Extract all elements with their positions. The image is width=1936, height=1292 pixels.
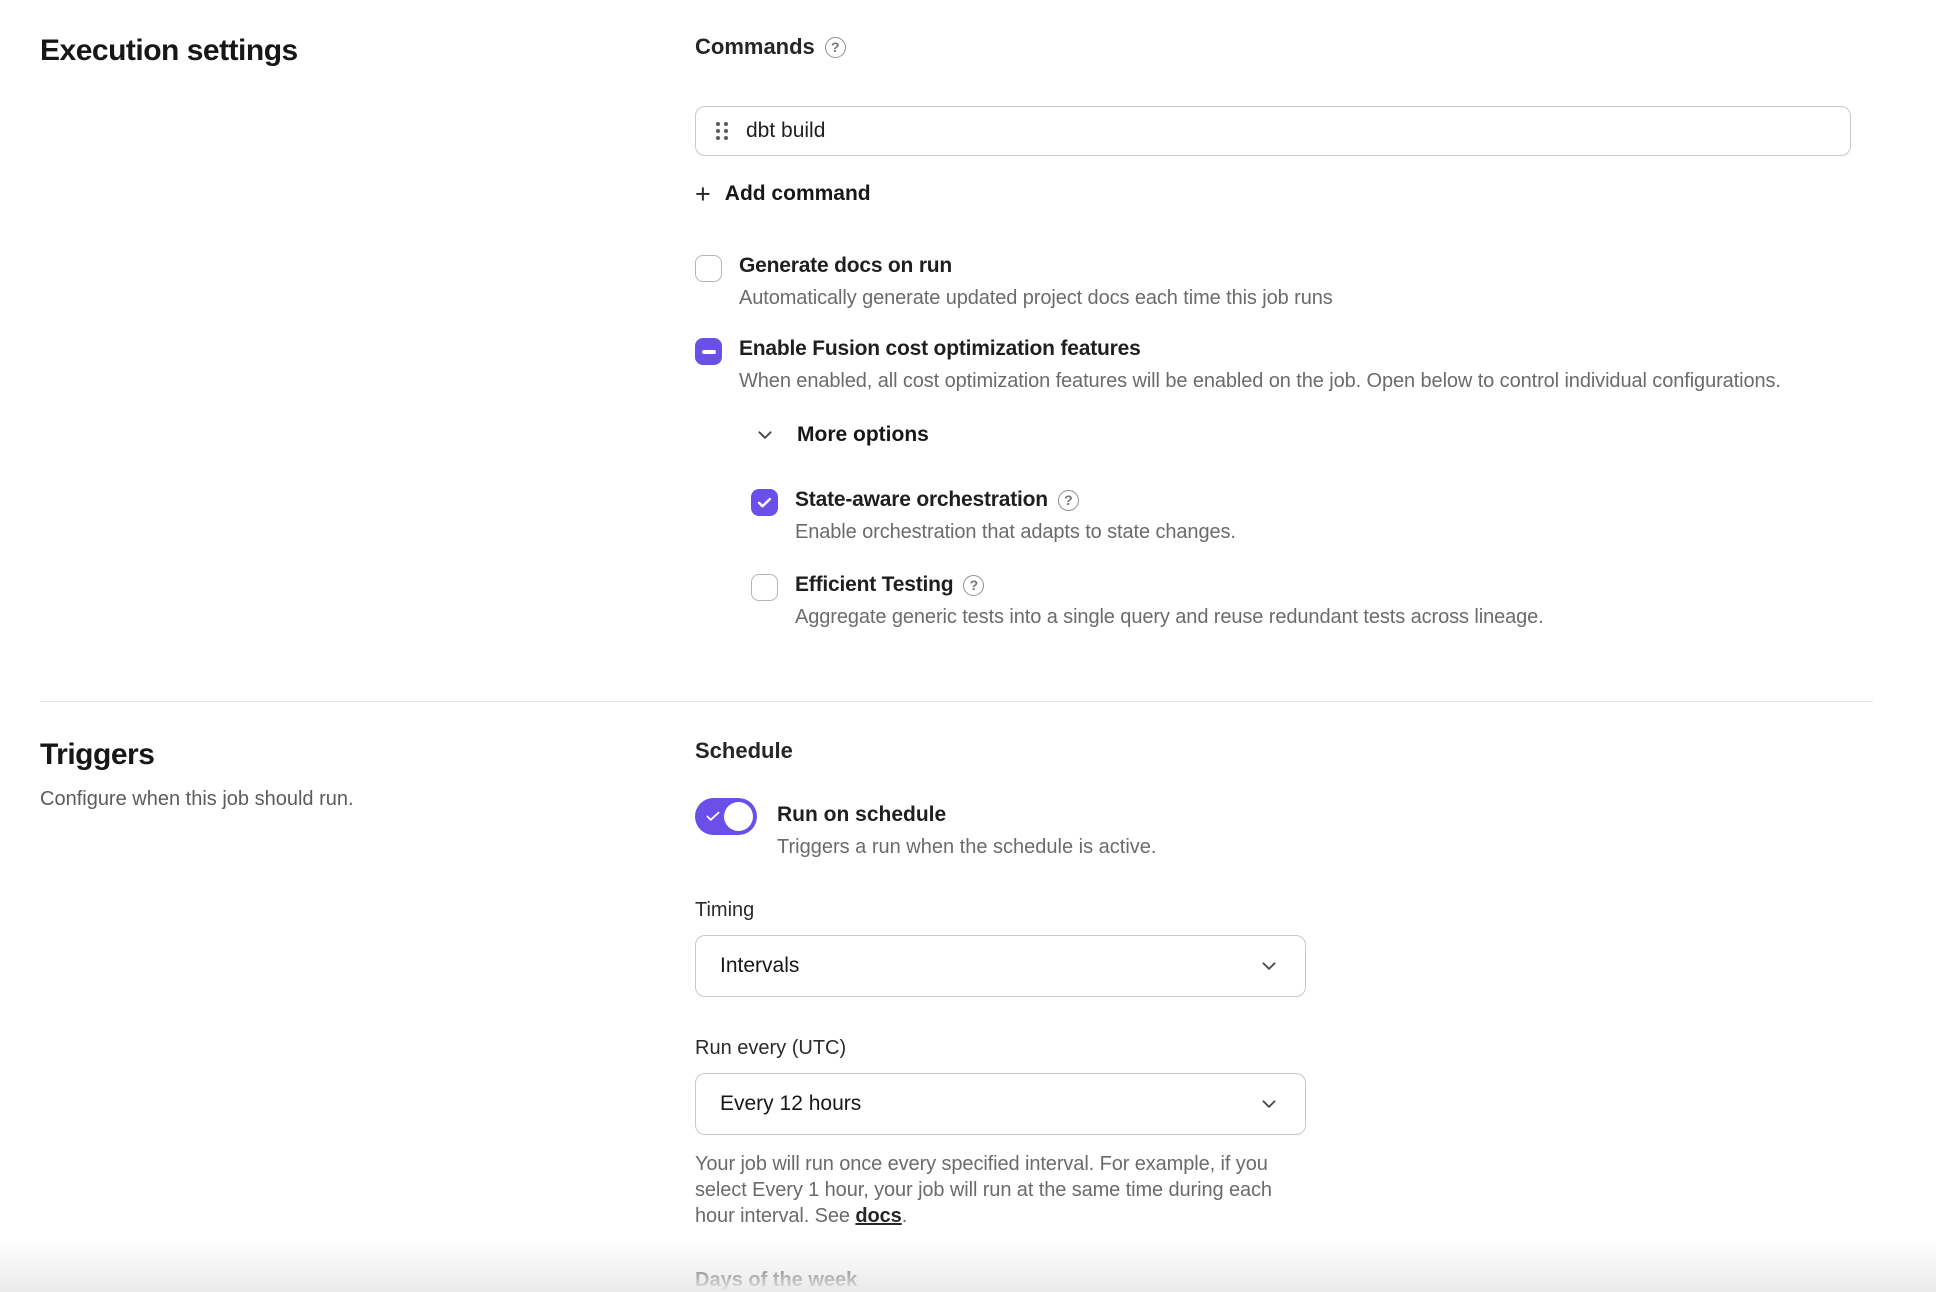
more-options-toggle[interactable]: More options [755, 423, 929, 447]
helper-text: Your job will run once every specified i… [695, 1153, 1272, 1227]
triggers-heading: Triggers [40, 738, 695, 772]
chevron-down-icon [1259, 956, 1279, 976]
efficient-testing-row: Efficient Testing ? Aggregate generic te… [751, 573, 1872, 629]
commands-help-icon[interactable]: ? [825, 37, 846, 58]
triggers-subheading: Configure when this job should run. [40, 788, 695, 811]
execution-checkbox-group: Generate docs on run Automatically gener… [695, 254, 1872, 629]
triggers-left: Triggers Configure when this job should … [40, 738, 695, 1292]
state-aware-help-icon[interactable]: ? [1058, 490, 1079, 511]
execution-settings-heading: Execution settings [40, 34, 695, 68]
interval-helper-text: Your job will run once every specified i… [695, 1151, 1295, 1229]
efficient-testing-description: Aggregate generic tests into a single qu… [795, 606, 1544, 629]
fusion-label[interactable]: Enable Fusion cost optimization features [739, 337, 1141, 361]
generate-docs-description: Automatically generate updated project d… [739, 287, 1333, 310]
generate-docs-checkbox[interactable] [695, 255, 722, 282]
efficient-testing-checkbox[interactable] [751, 574, 778, 601]
chevron-down-icon [1259, 1094, 1279, 1114]
triggers-section: Triggers Configure when this job should … [0, 702, 1936, 1292]
fusion-row: Enable Fusion cost optimization features… [695, 337, 1872, 393]
efficient-testing-help-icon[interactable]: ? [963, 575, 984, 596]
check-icon [756, 494, 773, 511]
commands-header: Commands ? [695, 34, 1872, 60]
run-every-select-value: Every 12 hours [720, 1092, 861, 1116]
job-settings-page: Execution settings Commands ? dbt build … [0, 0, 1936, 1292]
docs-link[interactable]: docs [855, 1205, 901, 1227]
run-on-schedule-label[interactable]: Run on schedule [777, 803, 1156, 827]
timing-label: Timing [695, 899, 1872, 922]
run-on-schedule-toggle[interactable] [695, 798, 757, 835]
run-on-schedule-row: Run on schedule Triggers a run when the … [695, 798, 1872, 859]
run-every-select[interactable]: Every 12 hours [695, 1073, 1306, 1135]
plus-icon: + [695, 184, 711, 204]
helper-text-period: . [902, 1205, 907, 1227]
efficient-testing-label[interactable]: Efficient Testing [795, 573, 953, 597]
generate-docs-label[interactable]: Generate docs on run [739, 254, 952, 278]
timing-select[interactable]: Intervals [695, 935, 1306, 997]
chevron-down-icon [755, 425, 775, 445]
run-on-schedule-description: Triggers a run when the schedule is acti… [777, 836, 1156, 859]
run-every-label: Run every (UTC) [695, 1037, 1872, 1060]
execution-settings-left: Execution settings [40, 34, 695, 629]
commands-label: Commands [695, 34, 815, 60]
add-command-label: Add command [725, 182, 871, 206]
more-options-panel: State-aware orchestration ? Enable orche… [751, 488, 1872, 629]
toggle-check-icon [704, 807, 722, 825]
state-aware-checkbox-checked[interactable] [751, 489, 778, 516]
generate-docs-row: Generate docs on run Automatically gener… [695, 254, 1872, 310]
state-aware-description: Enable orchestration that adapts to stat… [795, 521, 1236, 544]
fusion-description: When enabled, all cost optimization feat… [739, 370, 1781, 393]
execution-settings-section: Execution settings Commands ? dbt build … [0, 0, 1936, 629]
fusion-checkbox-indeterminate[interactable] [695, 338, 722, 365]
state-aware-label[interactable]: State-aware orchestration [795, 488, 1048, 512]
indeterminate-dash-icon [702, 350, 716, 354]
schedule-heading: Schedule [695, 738, 1872, 764]
add-command-button[interactable]: + Add command [695, 182, 871, 206]
timing-select-value: Intervals [720, 954, 799, 978]
toggle-knob[interactable] [724, 802, 753, 831]
execution-settings-content: Commands ? dbt build + Add command Gener… [695, 34, 1872, 629]
command-input[interactable]: dbt build [695, 106, 1851, 156]
state-aware-row: State-aware orchestration ? Enable orche… [751, 488, 1872, 544]
triggers-content: Schedule Run on schedule Triggers a run … [695, 738, 1872, 1292]
more-options-label: More options [797, 423, 929, 447]
drag-handle-icon[interactable] [716, 122, 728, 140]
command-value[interactable]: dbt build [746, 119, 825, 143]
days-of-week-label: Days of the week [695, 1269, 1872, 1292]
